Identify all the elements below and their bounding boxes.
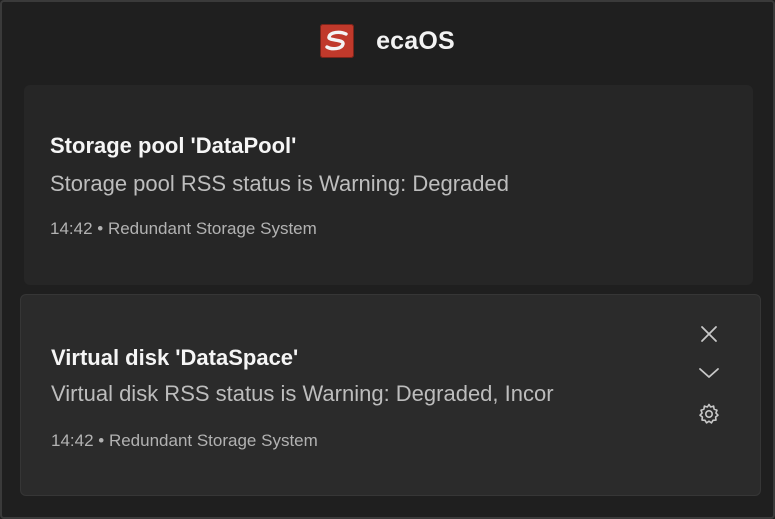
notification-meta: 14:42 • Redundant Storage System xyxy=(51,431,318,450)
expand-button[interactable] xyxy=(694,358,724,388)
close-icon xyxy=(701,326,717,342)
notification-body: Virtual disk RSS status is Warning: Degr… xyxy=(51,381,554,406)
close-button[interactable] xyxy=(694,319,724,349)
notification-title: Storage pool 'DataPool' xyxy=(50,133,297,158)
notification-body: Storage pool RSS status is Warning: Degr… xyxy=(50,171,509,196)
notification-title: Virtual disk 'DataSpace' xyxy=(51,345,299,370)
settings-button[interactable] xyxy=(694,399,724,429)
app-name: ecaOS xyxy=(376,26,455,55)
notification-meta: 14:42 • Redundant Storage System xyxy=(50,219,317,238)
ecaos-logo-icon xyxy=(320,24,355,58)
notification-center: ecaOS Storage pool 'DataPool' Storage po… xyxy=(0,0,775,519)
notification-card-hovered[interactable]: Virtual disk 'DataSpace' Virtual disk RS… xyxy=(20,294,761,496)
notification-card[interactable]: Storage pool 'DataPool' Storage pool RSS… xyxy=(24,85,753,285)
app-header: ecaOS xyxy=(2,2,773,80)
gear-icon xyxy=(699,403,719,424)
chevron-down-icon xyxy=(699,368,719,378)
